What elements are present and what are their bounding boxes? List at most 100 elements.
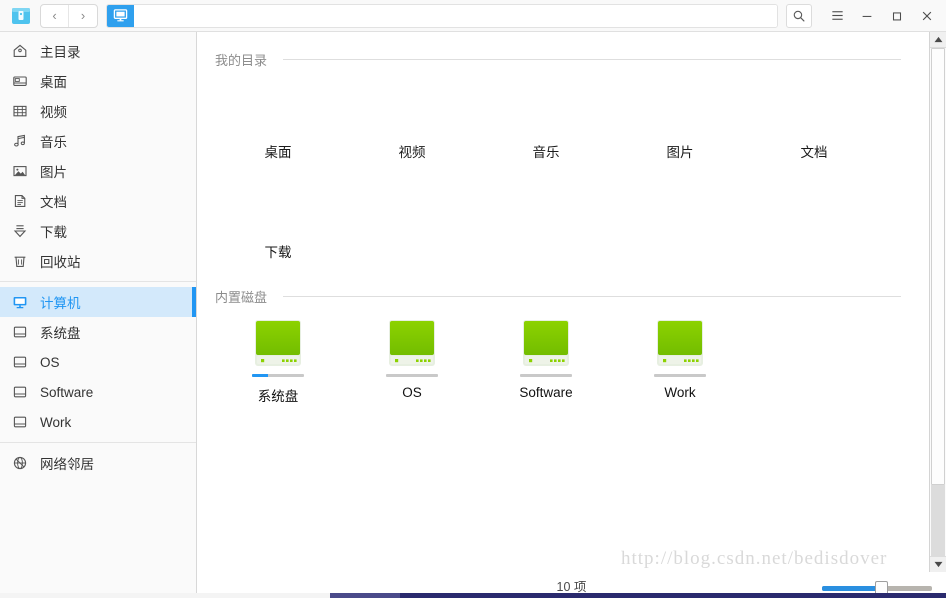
section-divider <box>283 296 901 297</box>
sidebar-item-disk-os[interactable]: OS <box>0 347 196 377</box>
sidebar-divider <box>0 281 196 282</box>
sidebar-item-label: 音乐 <box>40 131 67 151</box>
disk-usage-bar <box>252 374 304 377</box>
edge-segment-light <box>0 593 330 598</box>
sidebar-item-music[interactable]: 音乐 <box>0 126 196 156</box>
picture-icon <box>12 162 34 180</box>
sidebar-item-downloads[interactable]: 下载 <box>0 216 196 246</box>
disk-usage-bar <box>520 374 572 377</box>
computer-icon <box>12 293 34 311</box>
app-logo-icon <box>8 3 34 29</box>
disk-icon <box>12 353 34 371</box>
sidebar: 主目录 桌面 <box>0 32 197 598</box>
section-divider <box>283 59 901 60</box>
folder-label: 桌面 <box>265 141 292 161</box>
disk-label: Software <box>519 385 572 400</box>
vertical-scrollbar[interactable] <box>929 32 946 572</box>
sidebar-item-label: 文档 <box>40 191 67 211</box>
content-area: 我的目录 桌面 视频 音 <box>197 32 946 598</box>
back-button[interactable]: ‹ <box>41 5 69 27</box>
file-view[interactable]: 我的目录 桌面 视频 音 <box>197 32 929 572</box>
folder-icon <box>250 81 306 137</box>
breadcrumb-path-input[interactable] <box>134 5 777 27</box>
sidebar-item-videos[interactable]: 视频 <box>0 96 196 126</box>
sidebar-item-documents[interactable]: 文档 <box>0 186 196 216</box>
navigation-buttons: ‹ › <box>40 4 98 28</box>
video-icon <box>12 102 34 120</box>
sidebar-item-label: 系统盘 <box>40 322 81 342</box>
sidebar-item-label: 回收站 <box>40 251 81 271</box>
section-header-my-directories: 我的目录 <box>211 32 915 69</box>
sidebar-item-disk-software[interactable]: Software <box>0 377 196 407</box>
window-body: 主目录 桌面 <box>0 32 946 598</box>
sidebar-item-computer[interactable]: 计算机 <box>0 287 196 317</box>
sidebar-item-label: 网络邻居 <box>40 453 94 473</box>
disk-label: OS <box>402 385 422 400</box>
folder-item[interactable]: 桌面 <box>211 69 345 169</box>
sidebar-item-desktop[interactable]: 桌面 <box>0 66 196 96</box>
trash-icon <box>12 252 34 270</box>
folder-item[interactable]: 图片 <box>613 69 747 169</box>
sidebar-item-label: 图片 <box>40 161 67 181</box>
search-button[interactable] <box>786 4 812 28</box>
sidebar-item-pictures[interactable]: 图片 <box>0 156 196 186</box>
sidebar-item-label: 计算机 <box>40 292 81 312</box>
disk-usage-fill <box>252 374 268 377</box>
folder-item[interactable]: 下载 <box>211 169 345 269</box>
disk-icon <box>12 383 34 401</box>
folder-item[interactable]: 文档 <box>747 69 881 169</box>
sidebar-item-trash[interactable]: 回收站 <box>0 246 196 276</box>
hard-drive-icon <box>386 318 438 368</box>
home-icon <box>12 42 34 60</box>
sidebar-item-label: OS <box>40 355 60 370</box>
folder-icon <box>250 181 306 237</box>
folder-label: 下载 <box>265 241 292 261</box>
disk-item[interactable]: OS <box>345 312 479 420</box>
folder-item[interactable]: 视频 <box>345 69 479 169</box>
music-icon <box>12 132 34 150</box>
folder-label: 音乐 <box>533 141 560 161</box>
disk-label: 系统盘 <box>258 385 299 405</box>
disk-usage-bar <box>386 374 438 377</box>
menu-button[interactable] <box>822 2 852 30</box>
desktop-icon <box>12 72 34 90</box>
folder-label: 文档 <box>801 141 828 161</box>
hard-drive-icon <box>520 318 572 368</box>
scrollbar-trough[interactable] <box>930 48 946 556</box>
disk-item[interactable]: Work <box>613 312 747 420</box>
disk-item[interactable]: Software <box>479 312 613 420</box>
scroll-up-arrow-icon[interactable] <box>930 32 946 48</box>
zoom-slider-fill <box>822 586 879 591</box>
disk-grid: 系统盘 <box>211 306 915 420</box>
file-manager-window: ‹ › <box>0 0 946 598</box>
breadcrumb-computer-icon[interactable] <box>107 5 134 27</box>
screen-edge-artifact <box>0 593 946 598</box>
watermark-text: http://blog.csdn.net/bedisdover <box>621 548 887 570</box>
close-button[interactable] <box>912 2 942 30</box>
sidebar-item-network[interactable]: 网络邻居 <box>0 448 196 478</box>
forward-button[interactable]: › <box>69 5 97 27</box>
disk-item[interactable]: 系统盘 <box>211 312 345 420</box>
edge-segment-dark <box>330 593 400 598</box>
sidebar-item-label: Software <box>40 385 93 400</box>
sidebar-item-disk-system[interactable]: 系统盘 <box>0 317 196 347</box>
network-icon <box>12 454 34 472</box>
download-icon <box>12 222 34 240</box>
folder-icon <box>384 81 440 137</box>
sidebar-item-disk-work[interactable]: Work <box>0 407 196 437</box>
sidebar-item-home[interactable]: 主目录 <box>0 36 196 66</box>
scrollbar-lower-region[interactable] <box>931 485 945 556</box>
maximize-button[interactable] <box>882 2 912 30</box>
section-title: 内置磁盘 <box>215 287 267 306</box>
disk-icon <box>12 413 34 431</box>
scroll-down-arrow-icon[interactable] <box>930 556 946 572</box>
breadcrumb[interactable] <box>106 4 778 28</box>
scrollbar-thumb[interactable] <box>931 48 945 485</box>
minimize-button[interactable] <box>852 2 882 30</box>
folder-label: 图片 <box>667 141 694 161</box>
folder-item[interactable]: 音乐 <box>479 69 613 169</box>
disk-usage-bar <box>654 374 706 377</box>
folder-grid: 桌面 视频 音乐 图片 <box>211 69 915 269</box>
toolbar: ‹ › <box>0 0 946 32</box>
folder-icon <box>652 81 708 137</box>
